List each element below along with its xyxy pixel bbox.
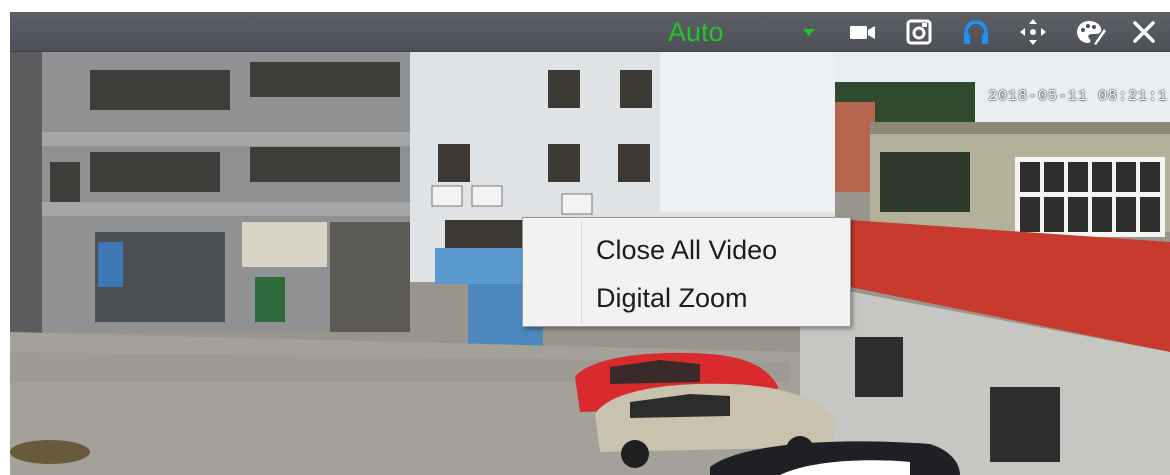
audio-headphones-icon[interactable] — [960, 17, 992, 47]
video-client-window: Auto 2018-05-11 08:21:1 Close All Video … — [0, 0, 1170, 475]
stream-mode-label[interactable]: Auto — [668, 15, 758, 49]
dropdown-arrow-icon[interactable] — [798, 22, 820, 42]
video-context-menu: Close All Video Digital Zoom — [522, 217, 851, 327]
video-toolbar: Auto — [10, 12, 1170, 52]
image-adjust-palette-icon[interactable] — [1074, 17, 1106, 47]
ptz-move-icon[interactable] — [1017, 17, 1049, 47]
osd-timestamp: 2018-05-11 08:21:1 — [988, 88, 1169, 105]
close-icon[interactable] — [1128, 17, 1160, 47]
record-video-icon[interactable] — [846, 17, 878, 47]
menu-item-close-all-video[interactable]: Close All Video — [526, 229, 847, 271]
snapshot-camera-icon[interactable] — [903, 17, 935, 47]
menu-item-digital-zoom[interactable]: Digital Zoom — [526, 277, 847, 319]
